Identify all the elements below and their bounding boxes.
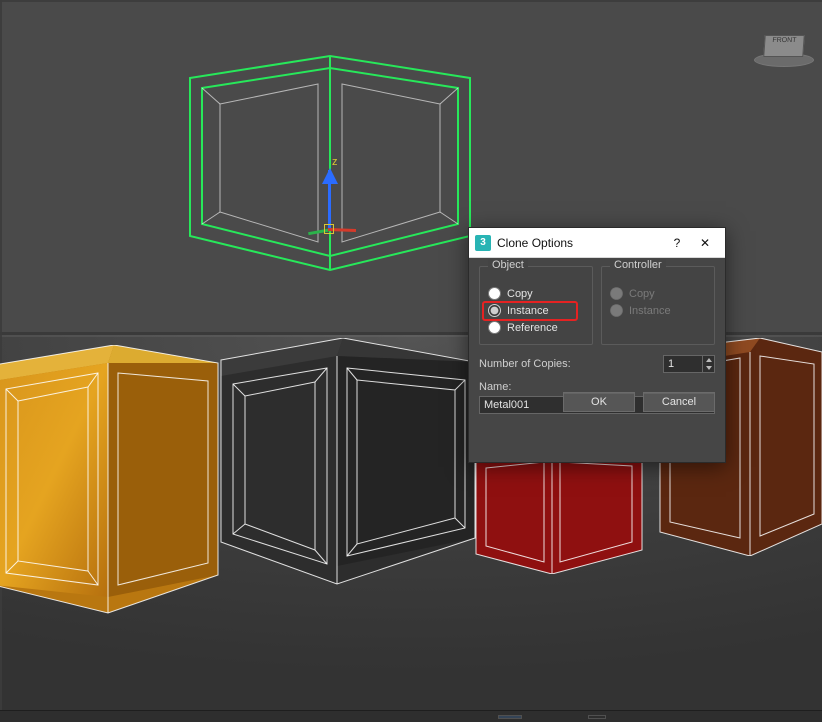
copies-spinner-up[interactable] <box>702 356 714 364</box>
app-icon: 3 <box>475 235 491 251</box>
copies-value: 1 <box>664 356 702 372</box>
controller-instance-radio-input <box>610 304 623 317</box>
controller-copy-label: Copy <box>629 288 655 300</box>
view-cube-face-label: FRONT <box>772 37 797 44</box>
copies-row: Number of Copies: 1 <box>479 355 715 373</box>
timeline-bar[interactable] <box>0 710 822 722</box>
object-instance-label: Instance <box>507 305 549 317</box>
controller-instance-label: Instance <box>629 305 671 317</box>
object-copy-label: Copy <box>507 288 533 300</box>
timeline-segment[interactable] <box>498 715 522 719</box>
object-instance-radio-input[interactable] <box>488 304 501 317</box>
name-label: Name: <box>479 381 511 393</box>
crate-dark[interactable] <box>215 338 483 588</box>
controller-instance-radio: Instance <box>610 302 706 319</box>
crate-orange-svg <box>0 345 224 615</box>
cancel-button[interactable]: Cancel <box>643 392 715 412</box>
timeline-segment[interactable] <box>588 715 606 719</box>
crate-selected[interactable] <box>180 48 480 278</box>
help-button[interactable]: ? <box>663 230 691 256</box>
object-reference-label: Reference <box>507 322 558 334</box>
clone-options-dialog[interactable]: 3 Clone Options ? ✕ Object Copy Instance <box>468 227 726 463</box>
controller-copy-radio-input <box>610 287 623 300</box>
crate-selected-svg <box>180 48 480 278</box>
copies-spinner-down[interactable] <box>702 364 714 372</box>
object-copy-radio[interactable]: Copy <box>488 285 584 302</box>
dialog-title: Clone Options <box>497 236 663 250</box>
copies-spinner[interactable]: 1 <box>663 355 715 373</box>
ok-button-label: OK <box>591 396 607 408</box>
ok-button[interactable]: OK <box>563 392 635 412</box>
controller-copy-radio: Copy <box>610 285 706 302</box>
cancel-button-label: Cancel <box>662 396 696 408</box>
crate-orange[interactable] <box>0 345 224 615</box>
object-reference-radio[interactable]: Reference <box>488 319 584 336</box>
dialog-titlebar[interactable]: 3 Clone Options ? ✕ <box>469 228 725 258</box>
object-reference-radio-input[interactable] <box>488 321 501 334</box>
crate-red-svg <box>472 458 662 574</box>
crate-red[interactable] <box>472 458 662 574</box>
crate-dark-svg <box>215 338 483 588</box>
viewport-border <box>0 0 822 2</box>
view-cube[interactable]: FRONT <box>754 35 814 75</box>
view-cube-face[interactable]: FRONT <box>763 35 805 57</box>
copies-spinner-arrows[interactable] <box>702 356 714 372</box>
controller-group-legend: Controller <box>610 259 666 271</box>
close-button[interactable]: ✕ <box>691 230 719 256</box>
close-icon: ✕ <box>700 236 710 250</box>
app-icon-text: 3 <box>480 237 486 248</box>
object-copy-radio-input[interactable] <box>488 287 501 300</box>
object-group: Object Copy Instance Reference <box>479 266 593 345</box>
dialog-body: Object Copy Instance Reference Controlle… <box>469 258 725 420</box>
copies-label: Number of Copies: <box>479 358 657 370</box>
object-group-legend: Object <box>488 259 528 271</box>
object-instance-radio[interactable]: Instance <box>488 302 584 319</box>
controller-group: Controller Copy Instance <box>601 266 715 345</box>
help-icon: ? <box>674 236 681 250</box>
